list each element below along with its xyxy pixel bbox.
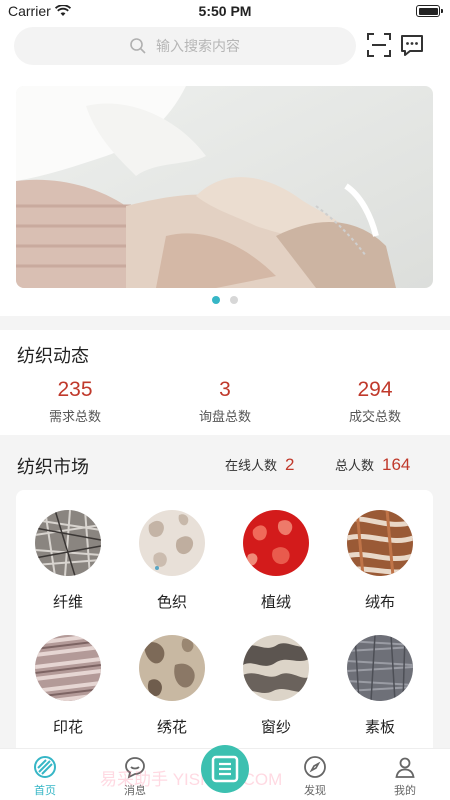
scan-icon[interactable] [366, 32, 392, 58]
category-label: 植绒 [260, 593, 291, 611]
category-thumbnail [347, 635, 413, 701]
category-label: 绣花 [156, 718, 187, 736]
category-label: 窗纱 [260, 718, 291, 736]
section-title: 纺织市场 [17, 457, 89, 478]
watermark: 易采助手 YISHZIZ.COM [100, 770, 283, 789]
total-label: 总人数 [335, 459, 375, 474]
total-value: 164 [382, 455, 411, 474]
stat-label: 询盘总数 [198, 410, 251, 425]
stat-deals[interactable]: 294 成交总数 [300, 378, 450, 425]
center-action-button[interactable] [201, 745, 249, 793]
carousel-dot[interactable] [230, 296, 238, 304]
tab-discover[interactable]: 发现 [270, 749, 360, 800]
stat-value: 3 [219, 378, 231, 401]
category-item[interactable]: 素板 [328, 635, 432, 737]
category-thumbnail [35, 510, 101, 576]
section-title: 纺织动态 [17, 346, 89, 367]
compass-icon [304, 756, 326, 778]
category-label: 印花 [52, 718, 83, 736]
search-placeholder: 输入搜索内容 [156, 39, 240, 55]
category-item[interactable]: 纤维 [16, 510, 120, 612]
battery-icon [416, 5, 443, 17]
tab-label: 发现 [304, 784, 326, 797]
category-label: 素板 [364, 718, 395, 736]
tab-home[interactable]: 首页 [0, 749, 90, 800]
textile-dynamics-section: 纺织动态 235 需求总数 3 询盘总数 294 成交总数 [0, 330, 450, 435]
stats-row: 235 需求总数 3 询盘总数 294 成交总数 [0, 378, 450, 425]
tab-label: 首页 [34, 784, 56, 797]
center-action-icon [211, 755, 239, 783]
stat-value: 294 [357, 378, 393, 401]
category-item[interactable]: 绣花 [120, 635, 224, 737]
category-item[interactable]: 印花 [16, 635, 120, 737]
category-label: 纤维 [52, 593, 83, 611]
category-thumbnail [243, 510, 309, 576]
search-bar[interactable]: 输入搜索内容 [14, 27, 356, 65]
stat-demand[interactable]: 235 需求总数 [0, 378, 150, 425]
message-icon[interactable] [399, 32, 425, 58]
category-grid: 纤维 色织 植绒 绒布 印花 绣花 窗纱 素板 [16, 490, 433, 755]
tab-label: 我的 [394, 784, 416, 797]
category-item[interactable]: 窗纱 [224, 635, 328, 737]
stat-inquiry[interactable]: 3 询盘总数 [150, 378, 300, 425]
stat-value: 235 [57, 378, 93, 401]
banner-image[interactable] [16, 86, 433, 288]
tab-profile[interactable]: 我的 [360, 749, 450, 800]
online-label: 在线人数 [225, 459, 278, 474]
category-label: 色织 [156, 593, 187, 611]
header-section: 输入搜索内容 [0, 24, 450, 316]
fabric-photo [16, 86, 433, 288]
category-item[interactable]: 植绒 [224, 510, 328, 612]
total-count: 总人数 164 [335, 455, 410, 475]
stat-label: 成交总数 [348, 410, 401, 425]
market-header: 纺织市场 在线人数 2 总人数 164 [0, 440, 450, 490]
category-thumbnail [243, 635, 309, 701]
carousel-dot[interactable] [212, 296, 220, 304]
category-label: 绒布 [364, 593, 395, 611]
online-value: 2 [285, 455, 295, 474]
textile-market-section: 纺织市场 在线人数 2 总人数 164 纤维 色织 植绒 绒布 印花 绣花 窗纱… [0, 440, 450, 755]
category-thumbnail [347, 510, 413, 576]
online-count: 在线人数 2 [225, 455, 294, 475]
carousel-indicator [0, 296, 450, 304]
category-item[interactable]: 绒布 [328, 510, 432, 612]
category-thumbnail [139, 510, 205, 576]
category-item[interactable]: 色织 [120, 510, 224, 612]
category-thumbnail [139, 635, 205, 701]
category-thumbnail [35, 635, 101, 701]
clock: 5:50 PM [198, 3, 252, 19]
status-bar: Carrier 5:50 PM [0, 0, 450, 24]
search-icon [130, 38, 146, 54]
fabric-home-icon [34, 756, 56, 778]
person-icon [395, 757, 415, 778]
stat-label: 需求总数 [48, 410, 101, 425]
